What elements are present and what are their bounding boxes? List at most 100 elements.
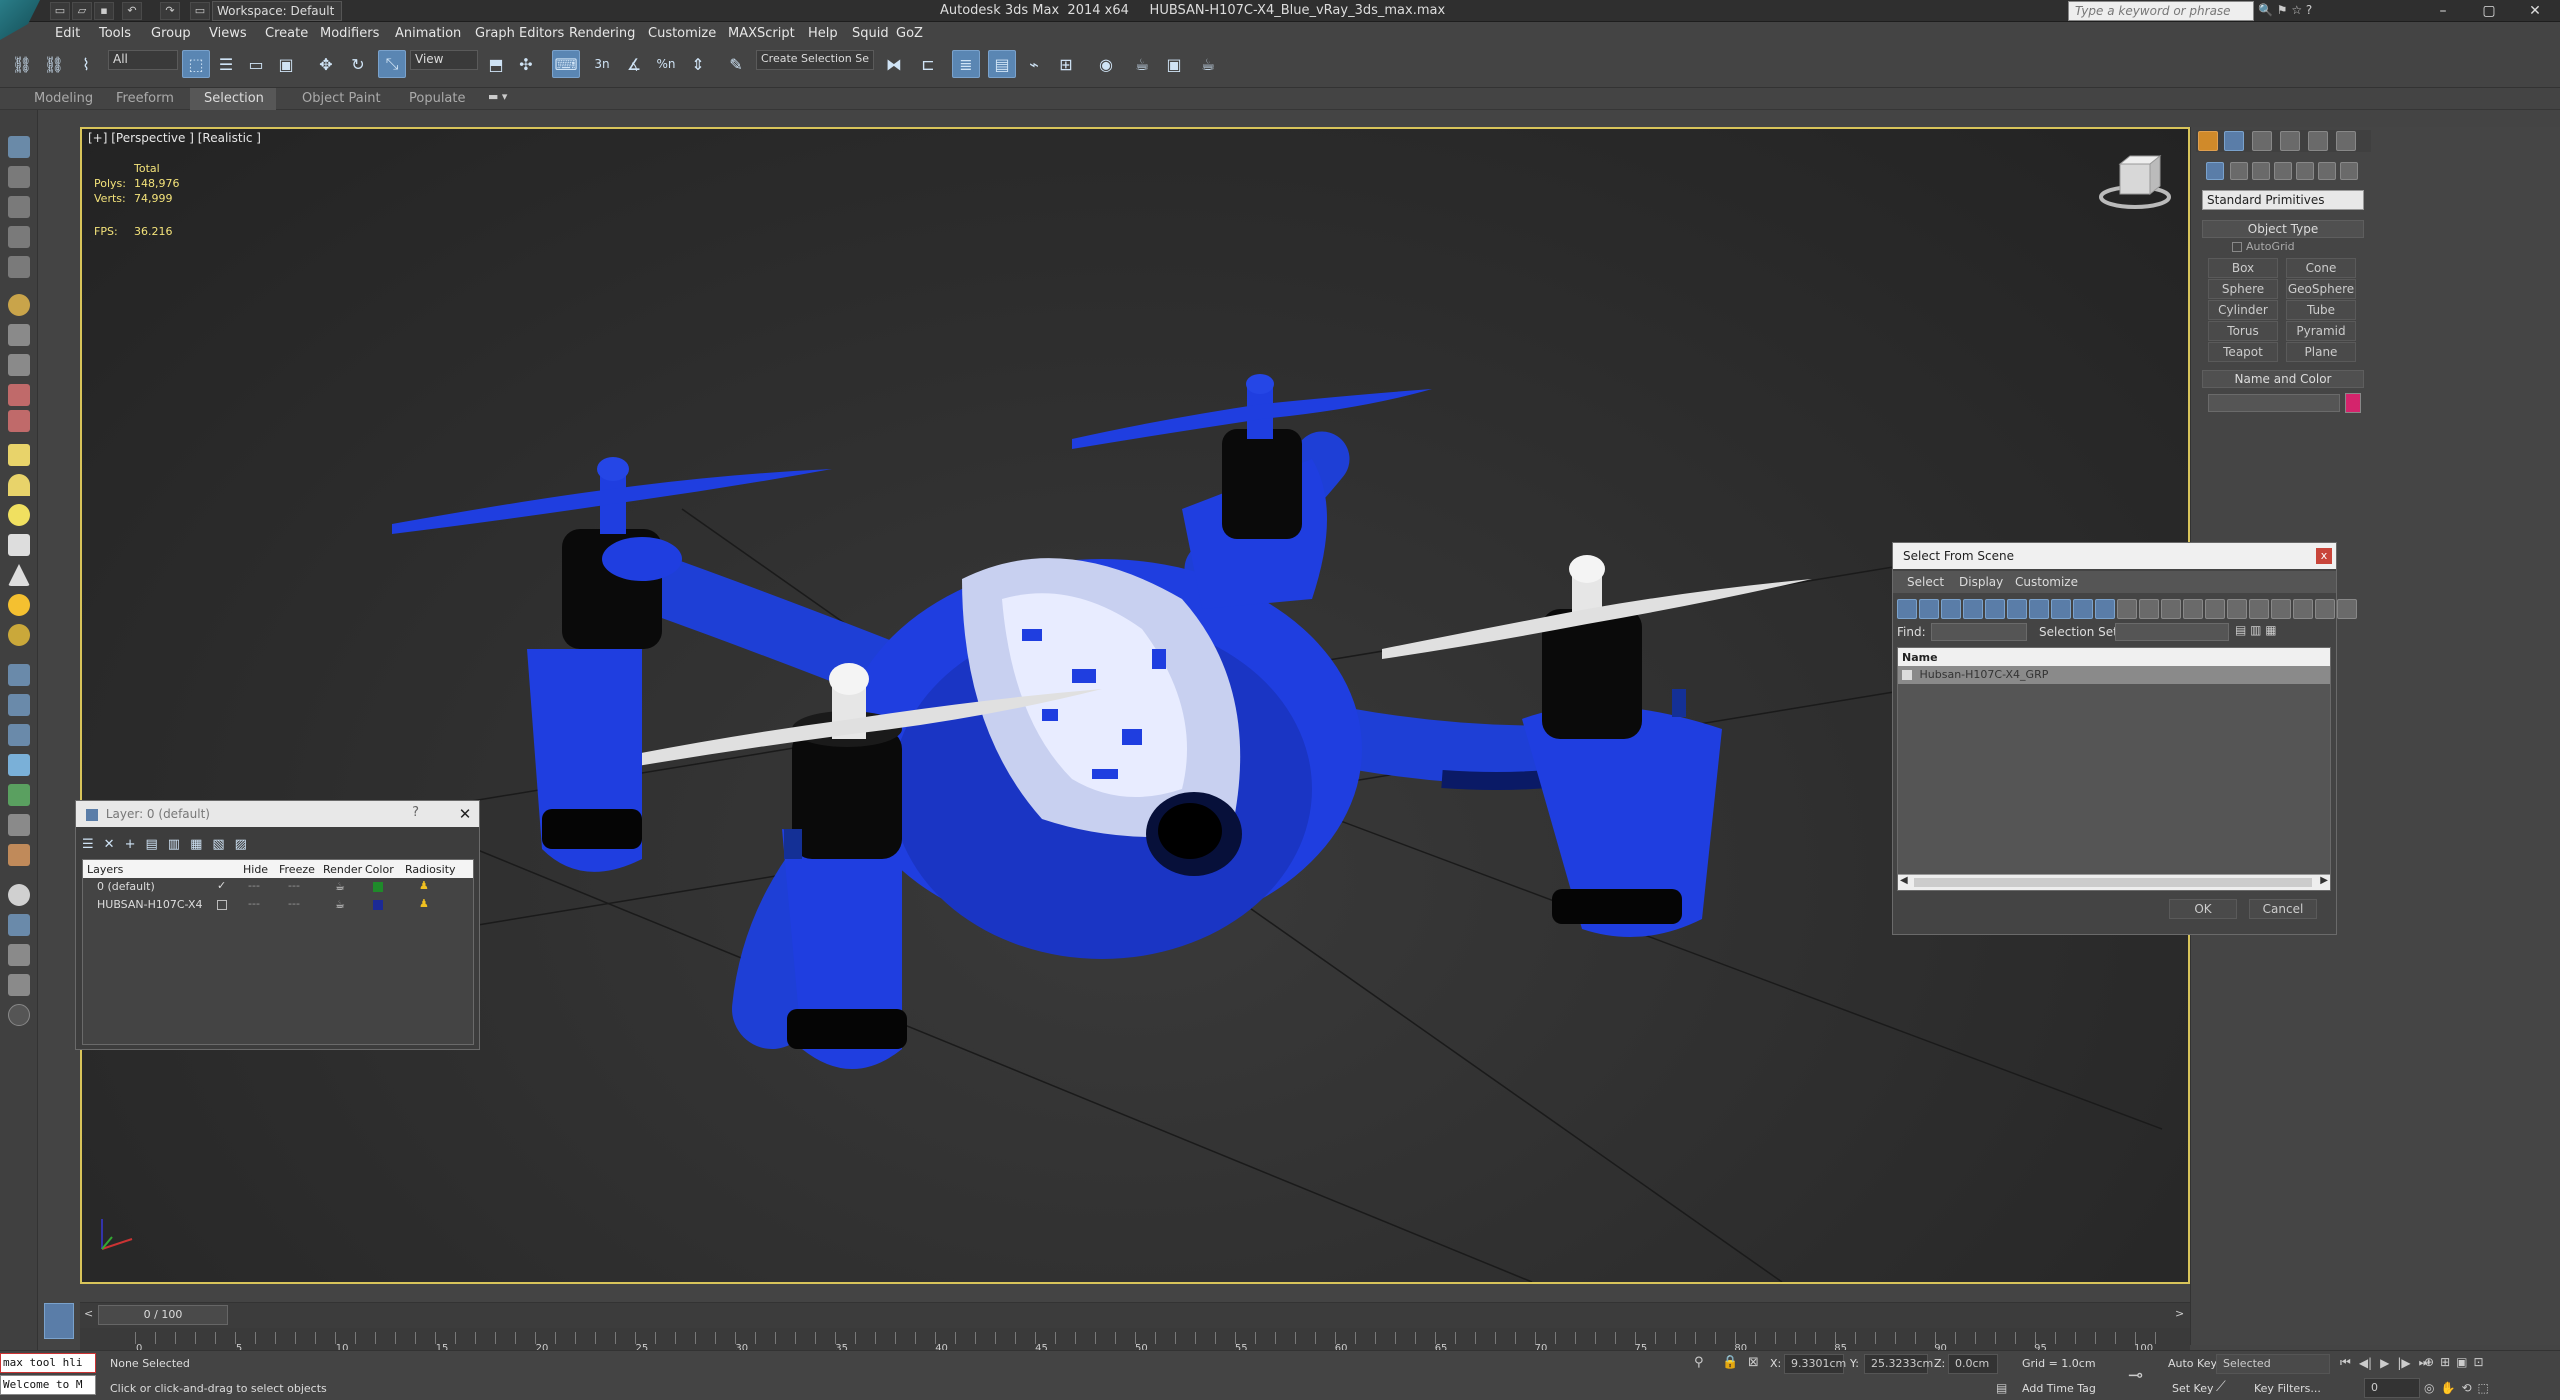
workspace-dropdown[interactable]: Workspace: Default (212, 1, 342, 21)
particle-icon[interactable] (8, 664, 30, 686)
zoom-extents-icon[interactable]: ▣ (2456, 1355, 2467, 1369)
time-tag-icon[interactable]: ▤ (1996, 1381, 2007, 1395)
menu-tools[interactable]: Tools (99, 26, 131, 41)
curve-editor-icon[interactable]: ⌁ (1020, 50, 1048, 78)
invert-display-icon[interactable] (2205, 599, 2225, 619)
col-freeze[interactable]: Freeze (279, 863, 315, 876)
rotate-icon[interactable]: ↻ (344, 50, 372, 78)
camera-icon[interactable] (8, 324, 30, 346)
menu-group[interactable]: Group (151, 26, 191, 41)
field-of-view-icon[interactable]: ◎ (2424, 1381, 2434, 1395)
scroll-right-icon[interactable]: ▶ (2320, 875, 2328, 886)
box-shape-icon[interactable] (8, 444, 30, 466)
filter-icon[interactable] (2293, 599, 2313, 619)
snaps-toggle-icon[interactable]: 3n (588, 50, 616, 78)
layer-color-swatch[interactable] (373, 882, 383, 892)
system-icon[interactable] (8, 410, 30, 432)
menu-squid[interactable]: Squid (852, 26, 889, 41)
sphere-icon[interactable] (8, 504, 30, 526)
schematic-view-icon[interactable]: ⊞ (1052, 50, 1080, 78)
freeze-toggle[interactable]: --- (288, 879, 300, 892)
freeze-all-layers-icon[interactable]: ▨ (235, 837, 247, 852)
time-prev-icon[interactable]: < (84, 1307, 93, 1320)
new-layer-icon[interactable]: + (125, 837, 136, 852)
autogrid-checkbox[interactable]: AutoGrid (2232, 240, 2342, 253)
modify-icon[interactable] (8, 166, 30, 188)
primitive-category-dropdown[interactable]: Standard Primitives (2202, 190, 2364, 210)
spinner-snap-icon[interactable]: ⇕ (684, 50, 712, 78)
light-icon[interactable] (8, 294, 30, 316)
tab-object-paint[interactable]: Object Paint (288, 88, 395, 110)
render-teapot-icon[interactable]: ☕ (335, 880, 345, 893)
select-none-icon[interactable] (2249, 599, 2269, 619)
selection-set-dropdown[interactable] (2115, 623, 2229, 641)
freeze-toggle[interactable]: --- (288, 897, 300, 910)
torus-button[interactable]: Torus (2208, 321, 2278, 341)
layer-row[interactable]: 0 (default) ✓ --- --- ☕ ♟ (83, 878, 473, 896)
angle-snap-icon[interactable]: ∡ (620, 50, 648, 78)
mini-curve-editor-icon[interactable] (44, 1303, 74, 1339)
z-coordinate-field[interactable]: 0.0cm (1948, 1354, 1998, 1374)
create-icon[interactable] (8, 136, 30, 158)
hide-all-layers-icon[interactable]: ▧ (212, 837, 224, 852)
add-time-tag[interactable]: Add Time Tag (2022, 1382, 2096, 1395)
menu-modifiers[interactable]: Modifiers (320, 26, 379, 41)
view-cube-icon[interactable] (2099, 154, 2171, 209)
set-key-filter-icon[interactable]: ⊸ (2128, 1365, 2143, 1386)
shapes-icon[interactable] (2230, 162, 2248, 180)
lattice-icon[interactable] (8, 694, 30, 716)
tab-freeform[interactable]: Freeform (102, 88, 188, 110)
next-frame-icon[interactable]: |▶ (2397, 1356, 2410, 1370)
hierarchy-tab-icon[interactable] (2252, 131, 2272, 151)
render-teapot-icon[interactable]: ☕ (335, 898, 345, 911)
selection-filter-dropdown[interactable]: All (108, 50, 178, 70)
motion-tab-icon[interactable] (2280, 131, 2300, 151)
select-object-icon[interactable]: ⬚ (182, 50, 210, 78)
menu-create[interactable]: Create (265, 26, 308, 41)
display-tab-icon[interactable] (2308, 131, 2328, 151)
play-icon[interactable]: ▶ (2380, 1356, 2389, 1370)
menu-rendering[interactable]: Rendering (569, 26, 635, 41)
new-file-icon[interactable]: ▭ (50, 2, 70, 20)
ribbon-options-icon[interactable]: ▬ ▾ (488, 90, 507, 103)
open-file-icon[interactable]: ▱ (72, 2, 92, 20)
rendered-frame-icon[interactable]: ▣ (1160, 50, 1188, 78)
cone-button[interactable]: Cone (2286, 258, 2356, 278)
sheets-icon[interactable] (8, 944, 30, 966)
utilities-tab-icon[interactable] (2336, 131, 2356, 151)
sphere-white-icon[interactable] (8, 884, 30, 906)
save-file-icon[interactable]: ▪ (94, 2, 114, 20)
select-in-layer-icon[interactable]: ▥ (168, 837, 180, 852)
name-and-color-rollout[interactable]: Name and Color (2202, 370, 2364, 388)
display-geometry-icon[interactable] (1897, 599, 1917, 619)
maxscript-listener-line2[interactable]: Welcome to M (0, 1375, 96, 1395)
hide-toggle[interactable]: --- (248, 879, 260, 892)
named-selection-dropdown[interactable]: Create Selection Se (756, 50, 874, 70)
auto-key-button[interactable]: Auto Key (2168, 1357, 2217, 1370)
minimize-button[interactable]: – (2420, 0, 2466, 22)
tree-icon[interactable] (8, 784, 30, 806)
horizontal-scrollbar[interactable]: ◀ ▶ (1898, 874, 2330, 890)
render-production-icon[interactable]: ☕ (1194, 50, 1222, 78)
motion-icon[interactable] (8, 226, 30, 248)
display-helpers-icon[interactable] (1985, 599, 2005, 619)
find-input[interactable] (1931, 623, 2027, 641)
select-dialog-close-button[interactable]: x (2316, 548, 2332, 564)
radiosity-icon[interactable]: ♟ (419, 897, 429, 910)
display-groups-icon[interactable] (2029, 599, 2049, 619)
graph-icon[interactable] (8, 724, 30, 746)
grid-icon[interactable] (8, 974, 30, 996)
maximize-button[interactable]: ▢ (2466, 0, 2512, 22)
time-slider[interactable]: < 0 / 100 > (80, 1302, 2190, 1328)
helpers-icon[interactable] (2296, 162, 2314, 180)
select-invert-icon[interactable] (2271, 599, 2291, 619)
move-icon[interactable]: ✥ (312, 50, 340, 78)
selection-set-tools-icon[interactable]: ▤ ▥ ▦ (2235, 623, 2277, 637)
drone-model[interactable] (392, 374, 1812, 1069)
col-color[interactable]: Color (365, 863, 394, 876)
goto-start-icon[interactable]: ⏮ (2340, 1355, 2351, 1370)
geosphere-button[interactable]: GeoSphere (2286, 279, 2356, 299)
render-setup-icon[interactable]: ☕ (1128, 50, 1156, 78)
highlight-layer-icon[interactable]: ▦ (190, 837, 202, 852)
pivot-center-icon[interactable]: ⬒ (482, 50, 510, 78)
